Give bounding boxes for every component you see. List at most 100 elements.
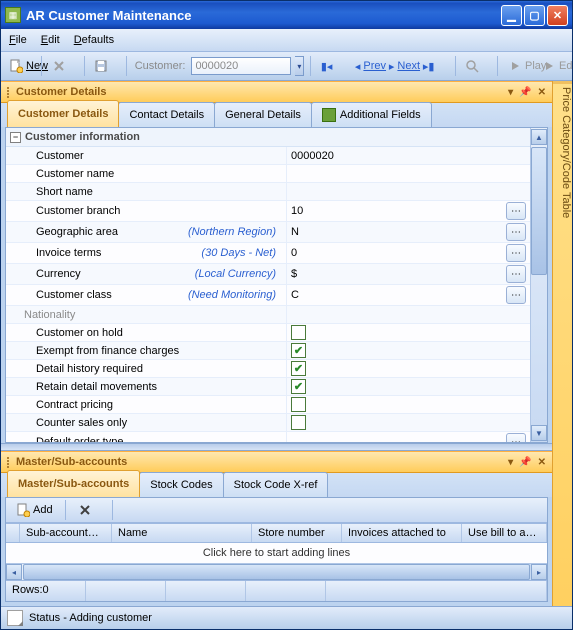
panel-title-master-sub: Master/Sub-accounts <box>16 456 127 468</box>
mini-toolbar: Add <box>6 498 547 523</box>
add-button[interactable]: Add <box>12 499 57 521</box>
tab-additional-fields[interactable]: Additional Fields <box>311 102 432 127</box>
menu-defaults[interactable]: Defaults <box>74 34 114 46</box>
edit-button[interactable]: Edit <box>538 55 568 77</box>
col-sub-account[interactable]: Sub-account… <box>20 524 112 542</box>
browse-branch-button[interactable]: ⋯ <box>506 202 526 220</box>
check-contract-pricing[interactable] <box>291 397 306 412</box>
panel-menu-icon[interactable]: ▾ <box>508 87 513 98</box>
titlebar[interactable]: ▦ AR Customer Maintenance ▁ ▢ ✕ <box>1 1 572 29</box>
delete-row-button[interactable] <box>74 499 104 521</box>
label-geo-area: Geographic area <box>36 226 118 238</box>
hscroll-thumb[interactable] <box>23 564 530 580</box>
col-name[interactable]: Name <box>112 524 252 542</box>
close-button[interactable]: ✕ <box>547 5 568 26</box>
tab-general-details[interactable]: General Details <box>214 102 312 127</box>
form-area: − Customer information Customer0000020 C… <box>5 127 548 443</box>
customer-label: Customer: <box>133 60 188 72</box>
customer-input[interactable] <box>191 57 291 75</box>
browse-terms-button[interactable]: ⋯ <box>506 244 526 262</box>
next-button[interactable]: ▸ Next <box>385 55 415 77</box>
customer-dropdown-button[interactable]: ▾ <box>295 56 304 76</box>
browse-class-button[interactable]: ⋯ <box>506 286 526 304</box>
horizontal-scrollbar[interactable]: ◂ ▸ <box>6 564 547 580</box>
new-button[interactable]: New <box>5 55 35 77</box>
minimize-button[interactable]: ▁ <box>501 5 522 26</box>
grid-header: Sub-account… Name Store number Invoices … <box>6 523 547 543</box>
check-retain-detail[interactable]: ✔ <box>291 379 306 394</box>
check-on-hold[interactable] <box>291 325 306 340</box>
grip-icon <box>7 457 12 468</box>
check-detail-hist[interactable]: ✔ <box>291 361 306 376</box>
add-label: Add <box>33 504 53 516</box>
vertical-scrollbar[interactable]: ▲ ▼ <box>530 128 547 442</box>
row-selector-header[interactable] <box>6 524 20 542</box>
panel-close-icon[interactable]: ✕ <box>538 87 546 98</box>
bottom-panel: Add Sub-account… Name Store number Invoi… <box>5 497 548 602</box>
scroll-thumb[interactable] <box>531 147 547 275</box>
tab-master-sub[interactable]: Master/Sub-accounts <box>7 470 140 497</box>
value-geo-area[interactable]: N <box>291 226 299 238</box>
tab-stock-codes[interactable]: Stock Codes <box>139 472 223 497</box>
menu-file[interactable]: File <box>9 34 27 46</box>
tab-contact-details[interactable]: Contact Details <box>118 102 215 127</box>
group-customer-info[interactable]: − Customer information <box>6 128 530 147</box>
save-icon <box>94 59 108 73</box>
save-button[interactable] <box>90 55 120 77</box>
last-button[interactable]: ▸▮ <box>419 55 449 77</box>
first-button[interactable]: ▮◂ <box>317 55 347 77</box>
statusbar: Status - Adding customer <box>1 606 572 629</box>
label-customer-branch: Customer branch <box>36 205 120 217</box>
panel-close-icon[interactable]: ✕ <box>538 457 546 468</box>
browse-geo-button[interactable]: ⋯ <box>506 223 526 241</box>
check-counter-sales[interactable] <box>291 415 306 430</box>
search-button[interactable] <box>461 55 491 77</box>
edit-icon <box>542 59 556 73</box>
label-nationality: Nationality <box>24 309 75 321</box>
prev-button[interactable]: ◂ Prev <box>351 55 381 77</box>
scroll-right-button[interactable]: ▸ <box>531 564 547 580</box>
grid-placeholder-row[interactable]: Click here to start adding lines <box>6 543 547 564</box>
rows-count: Rows:0 <box>6 581 86 601</box>
play-button[interactable]: Play <box>504 55 534 77</box>
panel-menu-icon[interactable]: ▾ <box>508 457 513 468</box>
tabs-top: Customer Details Contact Details General… <box>1 103 552 127</box>
delete-button[interactable] <box>48 55 78 77</box>
grid-footer: Rows:0 <box>6 580 547 601</box>
collapse-icon[interactable]: − <box>10 132 21 143</box>
hint-geo-area: (Northern Region) <box>188 226 282 238</box>
panel-pin-icon[interactable]: 📌 <box>519 87 531 98</box>
value-currency[interactable]: $ <box>291 268 297 280</box>
grip-icon <box>7 87 12 98</box>
maximize-button[interactable]: ▢ <box>524 5 545 26</box>
tab-customer-details[interactable]: Customer Details <box>7 100 119 127</box>
tab-stock-xref[interactable]: Stock Code X-ref <box>223 472 329 497</box>
value-customer[interactable]: 0000020 <box>291 150 334 162</box>
value-customer-branch[interactable]: 10 <box>291 205 303 217</box>
scroll-down-button[interactable]: ▼ <box>531 425 547 441</box>
scroll-up-button[interactable]: ▲ <box>531 129 547 145</box>
new-icon <box>9 59 23 73</box>
value-invoice-terms[interactable]: 0 <box>291 247 297 259</box>
value-customer-class[interactable]: C <box>291 289 299 301</box>
label-customer-name: Customer name <box>36 168 114 180</box>
col-use-bill-to[interactable]: Use bill to ad… <box>462 524 547 542</box>
play-icon <box>508 59 522 73</box>
side-tab-price-category[interactable]: Price Category/Code Table <box>552 81 572 606</box>
browse-currency-button[interactable]: ⋯ <box>506 265 526 283</box>
app-icon: ▦ <box>5 7 21 23</box>
panel-title: Customer Details <box>16 86 106 98</box>
browse-order-type-button[interactable]: ⋯ <box>506 433 526 442</box>
label-short-name: Short name <box>36 186 93 198</box>
menu-edit[interactable]: Edit <box>41 34 60 46</box>
check-exempt-fc[interactable]: ✔ <box>291 343 306 358</box>
panel-pin-icon[interactable]: 📌 <box>519 457 531 468</box>
col-store-number[interactable]: Store number <box>252 524 342 542</box>
scroll-left-button[interactable]: ◂ <box>6 564 22 580</box>
label-currency: Currency <box>36 268 81 280</box>
edit-label: Edit <box>559 60 573 72</box>
window: ▦ AR Customer Maintenance ▁ ▢ ✕ File Edi… <box>0 0 573 630</box>
col-invoices-attached[interactable]: Invoices attached to <box>342 524 462 542</box>
splitter[interactable] <box>1 443 552 451</box>
hint-currency: (Local Currency) <box>195 268 282 280</box>
